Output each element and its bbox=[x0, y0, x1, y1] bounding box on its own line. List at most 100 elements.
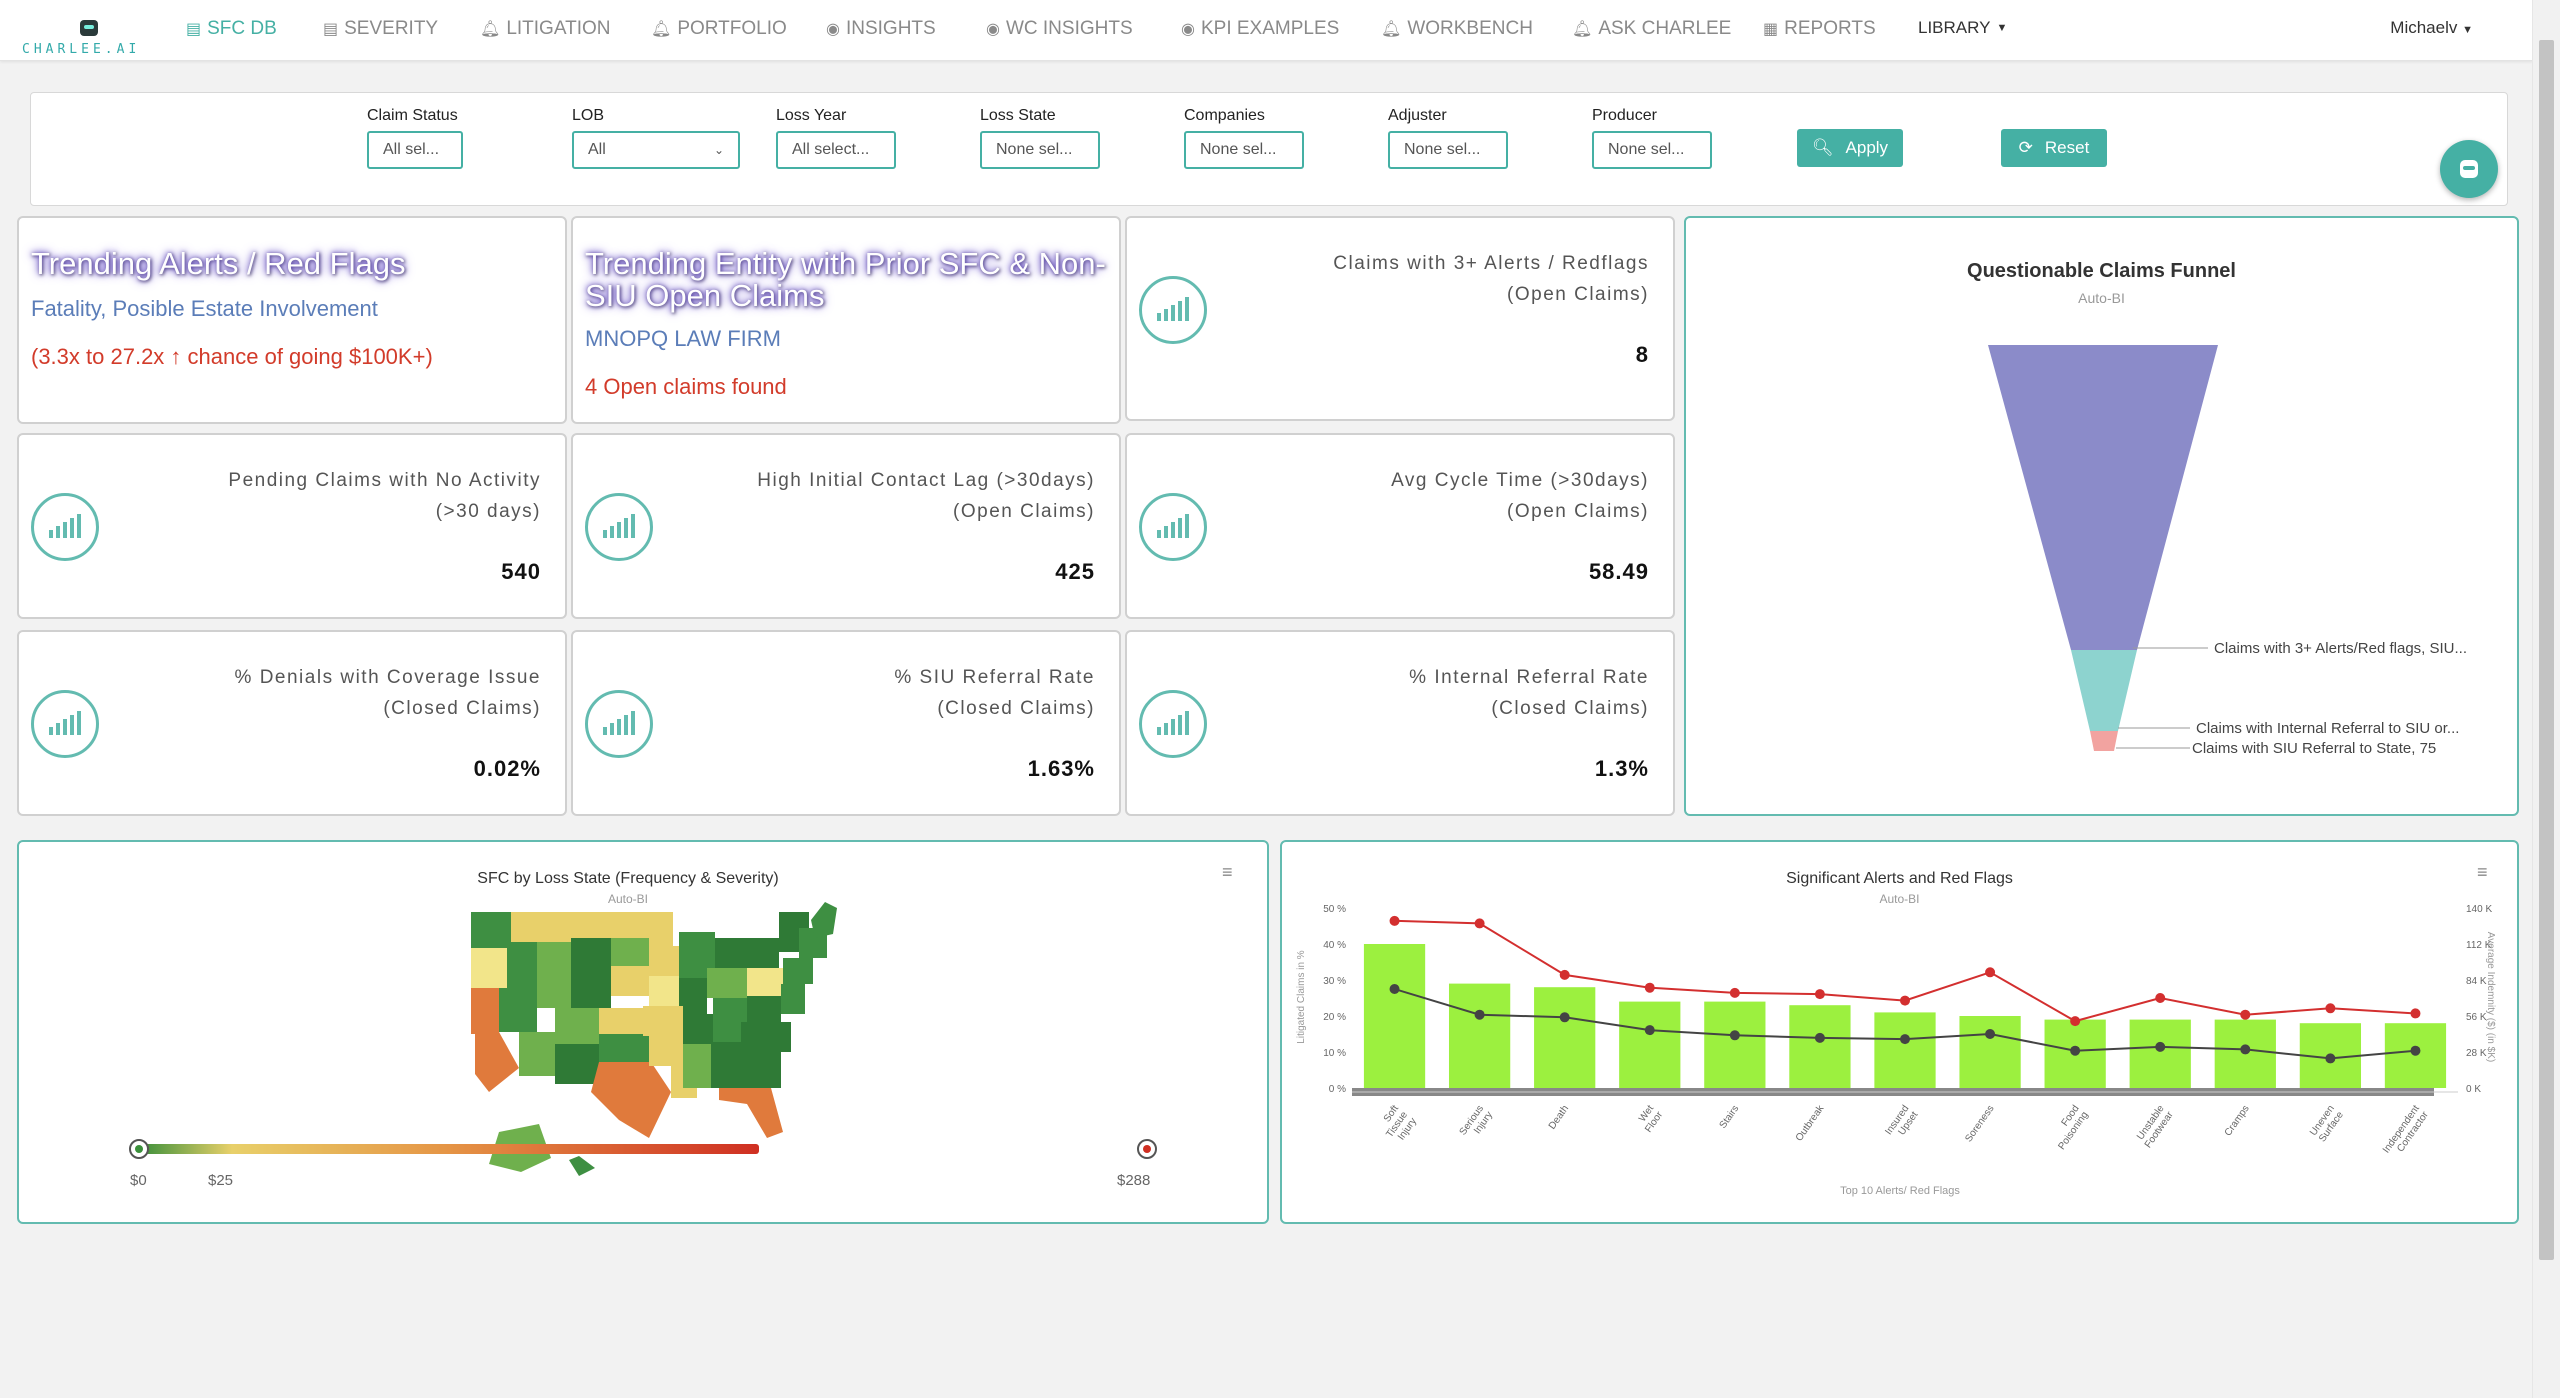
kpi-card-avg-cycle-time[interactable]: Avg Cycle Time (>30days) (Open Claims) 58… bbox=[1125, 433, 1675, 619]
user-menu[interactable]: Michaelv ▼ bbox=[2390, 18, 2473, 38]
state-region[interactable] bbox=[747, 996, 781, 1022]
charlee-logo[interactable]: CHARLEE.AI bbox=[20, 18, 160, 58]
state-region[interactable] bbox=[569, 1156, 595, 1176]
nav-item-workbench[interactable]: 🔔︎ WORKBENCH bbox=[1381, 18, 1533, 40]
state-region[interactable] bbox=[611, 966, 649, 996]
state-region[interactable] bbox=[499, 988, 537, 1032]
trending-alerts-card[interactable]: Trending Alerts / Red Flags Fatality, Po… bbox=[17, 216, 567, 424]
nav-item-kpi-examples[interactable]: ◉ KPI EXAMPLES bbox=[1181, 18, 1339, 40]
loss-state-select[interactable]: None sel... bbox=[980, 131, 1100, 169]
series-point[interactable] bbox=[1729, 1030, 1740, 1041]
nav-item-insights[interactable]: ◉ INSIGHTS bbox=[826, 18, 936, 40]
lob-select[interactable]: All ⌄ bbox=[572, 131, 740, 169]
scrollbar-thumb[interactable] bbox=[2539, 40, 2554, 1260]
kpi-card-3plus-alerts[interactable]: Claims with 3+ Alerts / Redflags (Open Cl… bbox=[1125, 216, 1675, 421]
kpi-card-denials-coverage[interactable]: % Denials with Coverage Issue (Closed Cla… bbox=[17, 630, 567, 816]
nav-item-severity[interactable]: ▤ SEVERITY bbox=[323, 18, 438, 40]
alert-bar[interactable] bbox=[2129, 1019, 2191, 1088]
alert-bar[interactable] bbox=[1619, 1001, 1681, 1088]
nav-item-ask-charlee[interactable]: 🔔︎ ASK CHARLEE bbox=[1572, 18, 1731, 40]
state-region[interactable] bbox=[649, 946, 679, 976]
series-point[interactable] bbox=[1474, 1009, 1485, 1020]
state-region[interactable] bbox=[599, 1034, 649, 1062]
state-region[interactable] bbox=[783, 958, 813, 984]
state-region[interactable] bbox=[715, 938, 747, 968]
state-region[interactable] bbox=[649, 1036, 683, 1066]
nav-item-wc-insights[interactable]: ◉ WC INSIGHTS bbox=[986, 18, 1133, 40]
state-region[interactable] bbox=[599, 1008, 643, 1034]
alert-bar[interactable] bbox=[1959, 1016, 2021, 1088]
state-region[interactable] bbox=[475, 1032, 519, 1092]
series-point[interactable] bbox=[2410, 1045, 2421, 1056]
state-region[interactable] bbox=[507, 942, 537, 988]
alert-bar[interactable] bbox=[1448, 983, 1511, 1088]
state-region[interactable] bbox=[591, 1062, 671, 1138]
state-region[interactable] bbox=[571, 978, 611, 1008]
state-region[interactable] bbox=[643, 1006, 683, 1036]
state-region[interactable] bbox=[683, 1014, 713, 1044]
kpi-card-internal-referral[interactable]: % Internal Referral Rate (Closed Claims) … bbox=[1125, 630, 1675, 816]
loss-year-select[interactable]: All select... bbox=[776, 131, 896, 169]
series-point[interactable] bbox=[1474, 918, 1485, 929]
state-region[interactable] bbox=[571, 912, 627, 938]
state-region[interactable] bbox=[555, 1008, 599, 1044]
alert-bar[interactable] bbox=[1704, 1001, 1766, 1088]
kpi-card-contact-lag[interactable]: High Initial Contact Lag (>30days) (Open … bbox=[571, 433, 1121, 619]
funnel-segment-2[interactable] bbox=[2071, 650, 2137, 731]
state-region[interactable] bbox=[471, 912, 511, 948]
state-region[interactable] bbox=[537, 972, 571, 1008]
series-point[interactable] bbox=[2240, 1044, 2251, 1055]
state-region[interactable] bbox=[471, 988, 499, 1034]
series-point[interactable] bbox=[1814, 1032, 1825, 1043]
nav-item-library[interactable]: LIBRARY ▼ bbox=[1918, 18, 2007, 38]
state-region[interactable] bbox=[555, 1044, 599, 1084]
page-scrollbar[interactable] bbox=[2532, 0, 2560, 1398]
series-point[interactable] bbox=[1559, 969, 1570, 980]
state-region[interactable] bbox=[683, 1044, 711, 1088]
series-point[interactable] bbox=[2410, 1008, 2421, 1019]
funnel-segment-1[interactable] bbox=[1988, 345, 2218, 650]
series-point[interactable] bbox=[2070, 1016, 2081, 1027]
series-point[interactable] bbox=[1985, 1029, 1996, 1039]
state-region[interactable] bbox=[741, 1022, 791, 1052]
alert-bar[interactable] bbox=[1874, 1012, 1936, 1088]
state-region[interactable] bbox=[707, 968, 747, 998]
state-region[interactable] bbox=[611, 938, 649, 966]
state-region[interactable] bbox=[741, 1052, 781, 1088]
series-point[interactable] bbox=[1814, 989, 1825, 1000]
nav-item-litigation[interactable]: 🔔︎ LITIGATION bbox=[480, 18, 610, 40]
alert-bar[interactable] bbox=[1363, 944, 1426, 1088]
funnel-segment-3[interactable] bbox=[2090, 731, 2118, 751]
series-point[interactable] bbox=[2070, 1045, 2081, 1056]
series-point[interactable] bbox=[1389, 984, 1400, 994]
series-point[interactable] bbox=[1900, 1034, 1910, 1045]
state-region[interactable] bbox=[711, 1042, 741, 1088]
state-region[interactable] bbox=[571, 938, 611, 978]
reset-button[interactable]: ⟳ Reset bbox=[2001, 129, 2107, 167]
state-region[interactable] bbox=[537, 942, 571, 972]
state-region[interactable] bbox=[747, 968, 783, 996]
kpi-card-pending-no-activity[interactable]: Pending Claims with No Activity (>30 days… bbox=[17, 433, 567, 619]
state-region[interactable] bbox=[679, 978, 707, 1014]
nav-item-portfolio[interactable]: 🔔︎ PORTFOLIO bbox=[651, 18, 787, 40]
state-region[interactable] bbox=[649, 976, 679, 1006]
nav-item-reports[interactable]: ▦ REPORTS bbox=[1763, 18, 1876, 40]
series-point[interactable] bbox=[1644, 982, 1655, 993]
series-point[interactable] bbox=[1900, 995, 1910, 1006]
series-point[interactable] bbox=[1729, 987, 1740, 998]
series-point[interactable] bbox=[1559, 1012, 1570, 1023]
state-region[interactable] bbox=[471, 948, 507, 988]
chatbot-button[interactable] bbox=[2440, 140, 2498, 198]
series-point[interactable] bbox=[2325, 1053, 2336, 1064]
kpi-card-siu-referral[interactable]: % SIU Referral Rate (Closed Claims) 1.63% bbox=[571, 630, 1121, 816]
series-point[interactable] bbox=[2325, 1003, 2336, 1014]
adjuster-select[interactable]: None sel... bbox=[1388, 131, 1508, 169]
series-point[interactable] bbox=[2155, 993, 2166, 1003]
state-region[interactable] bbox=[519, 1032, 555, 1076]
state-region[interactable] bbox=[811, 902, 837, 938]
state-region[interactable] bbox=[781, 984, 805, 1014]
claim-status-select[interactable]: All sel... bbox=[367, 131, 463, 169]
state-region[interactable] bbox=[719, 1088, 783, 1138]
series-point[interactable] bbox=[2240, 1009, 2251, 1020]
producer-select[interactable]: None sel... bbox=[1592, 131, 1712, 169]
